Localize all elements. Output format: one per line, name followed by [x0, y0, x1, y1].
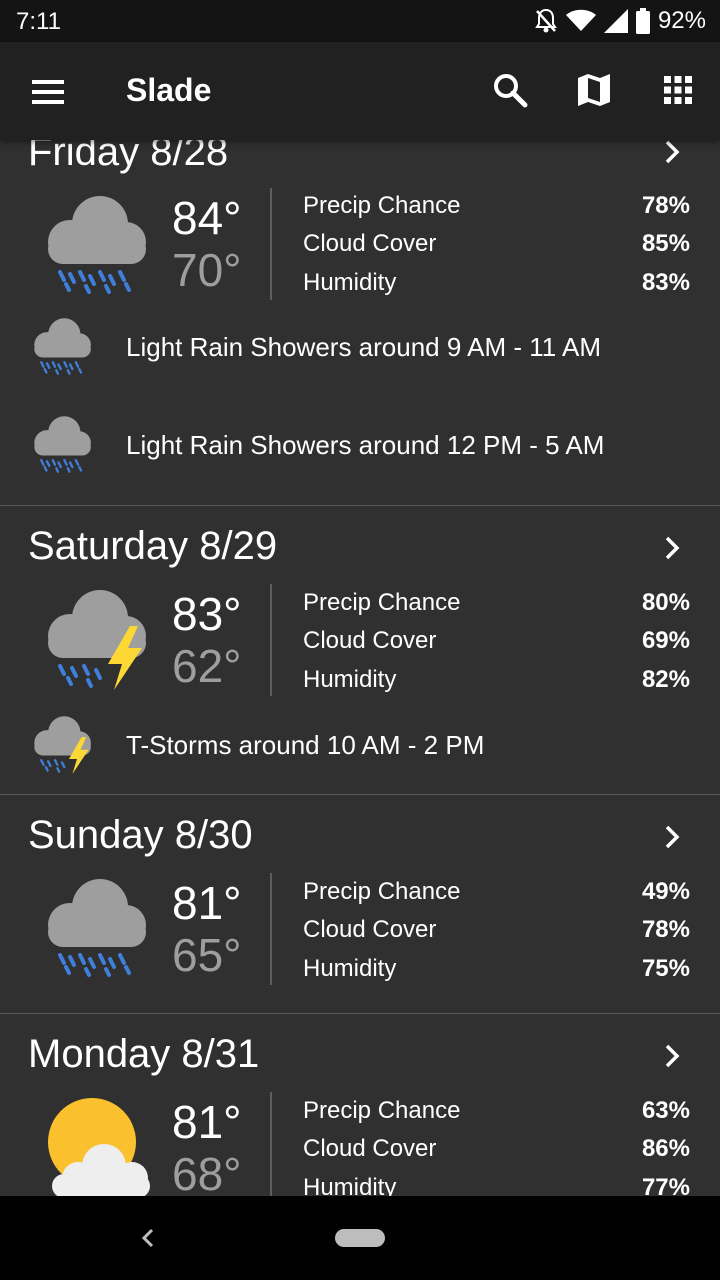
- humidity-label: Humidity: [303, 1174, 397, 1196]
- temp-low: 65°: [172, 929, 242, 981]
- status-time: 7:11: [16, 8, 61, 35]
- precip-chance-value: 80%: [641, 589, 690, 616]
- day-title: Sunday 8/30: [28, 813, 253, 857]
- temp-high: 84°: [172, 192, 242, 244]
- page-title: Slade: [126, 72, 212, 108]
- day-title: Saturday 8/29: [28, 524, 278, 568]
- status-bar: 7:11 92%: [0, 0, 720, 42]
- temp-low: 68°: [172, 1148, 242, 1196]
- precip-chance-value: 63%: [641, 1097, 690, 1124]
- rain-icon: [28, 414, 96, 474]
- divider: [270, 1092, 272, 1196]
- wifi-icon: [565, 9, 596, 31]
- chevron-right-icon[interactable]: [658, 823, 686, 851]
- chevron-right-icon[interactable]: [658, 534, 686, 562]
- temp-low: 62°: [172, 640, 242, 692]
- forecast-item-text: Light Rain Showers around 9 AM - 11 AM: [126, 332, 601, 362]
- search-icon[interactable]: [490, 70, 530, 110]
- humidity-value: 77%: [641, 1174, 690, 1196]
- day-title: Monday 8/31: [28, 1032, 260, 1076]
- forecast-item-text: T-Storms around 10 AM - 2 PM: [126, 730, 485, 760]
- notifications-off-icon: [535, 8, 557, 33]
- home-button[interactable]: [335, 1229, 385, 1247]
- temp-low: 70°: [172, 244, 242, 296]
- humidity-label: Humidity: [303, 666, 397, 693]
- humidity-label: Humidity: [303, 269, 397, 296]
- precip-chance-label: Precip Chance: [303, 589, 461, 616]
- temp-high: 81°: [172, 1096, 242, 1148]
- day-card-friday[interactable]: Friday 8/28 84° 70° Precip Chance 78% Cl…: [0, 140, 720, 506]
- cloud-cover-label: Cloud Cover: [303, 916, 437, 943]
- precip-chance-value: 78%: [641, 192, 690, 219]
- back-icon[interactable]: [136, 1222, 160, 1254]
- chevron-right-icon[interactable]: [658, 140, 686, 166]
- precip-chance-label: Precip Chance: [303, 1097, 461, 1124]
- temp-high: 81°: [172, 877, 242, 929]
- cloud-cover-value: 86%: [641, 1135, 690, 1162]
- battery-percentage: 92%: [657, 7, 706, 34]
- menu-icon[interactable]: [28, 74, 72, 110]
- cloud-cover-label: Cloud Cover: [303, 1135, 437, 1162]
- rain-icon: [38, 192, 154, 296]
- day-title: Friday 8/28: [28, 140, 229, 174]
- thunderstorm-icon: [28, 714, 96, 774]
- divider: [270, 873, 272, 985]
- rain-icon: [38, 875, 154, 979]
- chevron-right-icon[interactable]: [658, 1042, 686, 1070]
- humidity-value: 75%: [641, 955, 690, 982]
- humidity-label: Humidity: [303, 955, 397, 982]
- status-icons: 92%: [534, 6, 706, 36]
- humidity-value: 82%: [641, 666, 690, 693]
- divider: [270, 188, 272, 300]
- day-card-saturday[interactable]: Saturday 8/29 83° 62° Precip Chance 80% …: [0, 506, 720, 795]
- cloud-cover-label: Cloud Cover: [303, 627, 437, 654]
- cloud-cover-value: 69%: [641, 627, 690, 654]
- humidity-value: 83%: [641, 269, 690, 296]
- divider: [270, 584, 272, 696]
- partly-cloudy-icon: [38, 1094, 154, 1196]
- rain-icon: [28, 316, 96, 376]
- day-card-monday[interactable]: Monday 8/31 81° 68° Precip Chance 63% Cl…: [0, 1014, 720, 1196]
- app-bar: Slade: [0, 42, 720, 140]
- forecast-item-text: Light Rain Showers around 12 PM - 5 AM: [126, 430, 605, 460]
- daily-forecast-list[interactable]: Friday 8/28 84° 70° Precip Chance 78% Cl…: [0, 140, 720, 1196]
- grid-icon[interactable]: [658, 70, 698, 110]
- cloud-cover-label: Cloud Cover: [303, 230, 437, 257]
- map-icon[interactable]: [574, 70, 614, 110]
- precip-chance-label: Precip Chance: [303, 192, 461, 219]
- temp-high: 83°: [172, 588, 242, 640]
- cloud-cover-value: 85%: [641, 230, 690, 257]
- signal-icon: [603, 9, 628, 33]
- day-card-sunday[interactable]: Sunday 8/30 81° 65° Precip Chance 49% Cl…: [0, 795, 720, 1014]
- precip-chance-label: Precip Chance: [303, 878, 461, 905]
- thunderstorm-icon: [38, 586, 154, 690]
- precip-chance-value: 49%: [641, 878, 690, 905]
- cloud-cover-value: 78%: [641, 916, 690, 943]
- battery-icon: [635, 8, 650, 34]
